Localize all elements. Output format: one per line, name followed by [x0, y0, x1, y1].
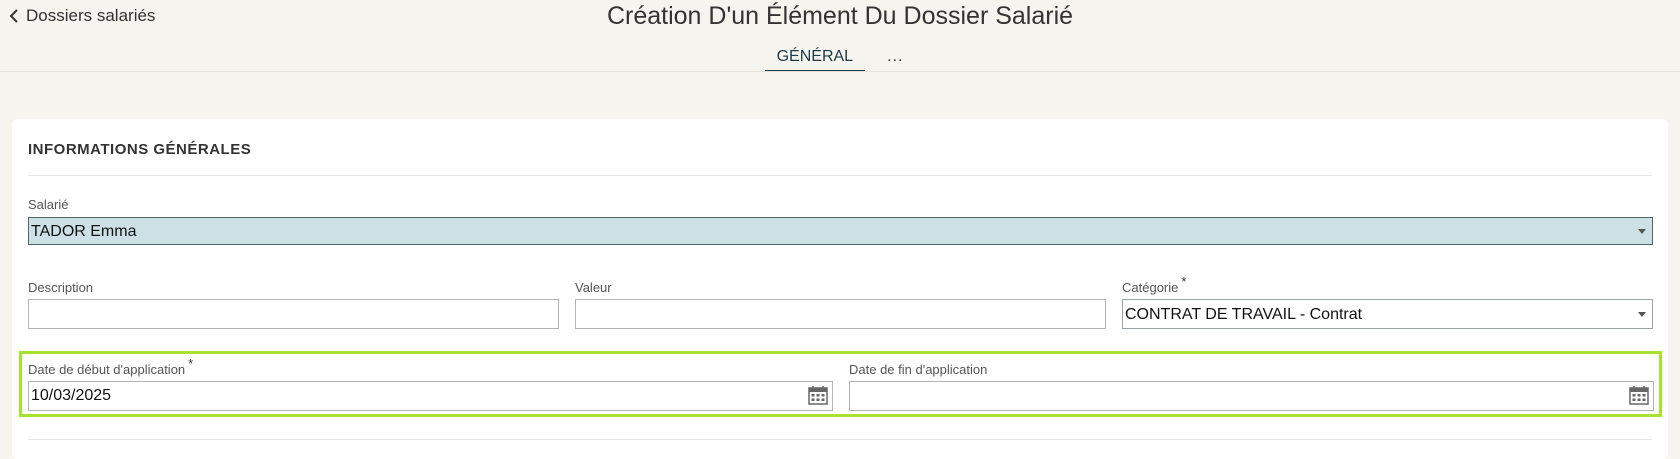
caret-down-icon: [1638, 312, 1646, 317]
form-card: INFORMATIONS GÉNÉRALES Salarié TADOR Emm…: [12, 119, 1668, 459]
caret-down-icon: [1638, 229, 1646, 234]
section-bottom-divider: [28, 439, 1652, 440]
valeur-label: Valeur: [575, 280, 612, 295]
page-title: Création D'un Élément Du Dossier Salarié: [606, 2, 1074, 30]
header-divider: [0, 71, 1680, 72]
calendar-icon[interactable]: [1629, 385, 1649, 405]
date-debut-value: 10/03/2025: [31, 387, 112, 404]
salarie-value: TADOR Emma: [31, 223, 137, 240]
calendar-icon[interactable]: [808, 385, 828, 405]
categorie-label-text: Catégorie: [1122, 280, 1179, 295]
date-fin-label: Date de fin d'application: [849, 362, 988, 377]
section-divider: [28, 175, 1652, 176]
description-input[interactable]: [28, 299, 559, 329]
section-title: INFORMATIONS GÉNÉRALES: [28, 141, 252, 158]
categorie-value: CONTRAT DE TRAVAIL - Contrat: [1125, 306, 1363, 323]
date-debut-label: Date de début d'application *: [28, 356, 193, 377]
date-fin-input[interactable]: [849, 381, 1654, 411]
required-mark: *: [1181, 274, 1187, 289]
salarie-select[interactable]: TADOR Emma: [28, 217, 1653, 245]
valeur-input[interactable]: [575, 299, 1106, 329]
tab-bar: GÉNÉRAL ...: [0, 46, 1680, 72]
description-label: Description: [28, 280, 94, 295]
date-debut-label-text: Date de début d'application: [28, 362, 186, 377]
date-debut-input[interactable]: 10/03/2025: [28, 381, 833, 411]
categorie-select[interactable]: CONTRAT DE TRAVAIL - Contrat: [1122, 299, 1653, 329]
categorie-label: Catégorie *: [1122, 274, 1186, 295]
tab-general[interactable]: GÉNÉRAL: [764, 46, 866, 72]
required-mark: *: [188, 356, 194, 371]
tab-more[interactable]: ...: [875, 46, 915, 72]
salarie-label: Salarié: [28, 197, 69, 212]
